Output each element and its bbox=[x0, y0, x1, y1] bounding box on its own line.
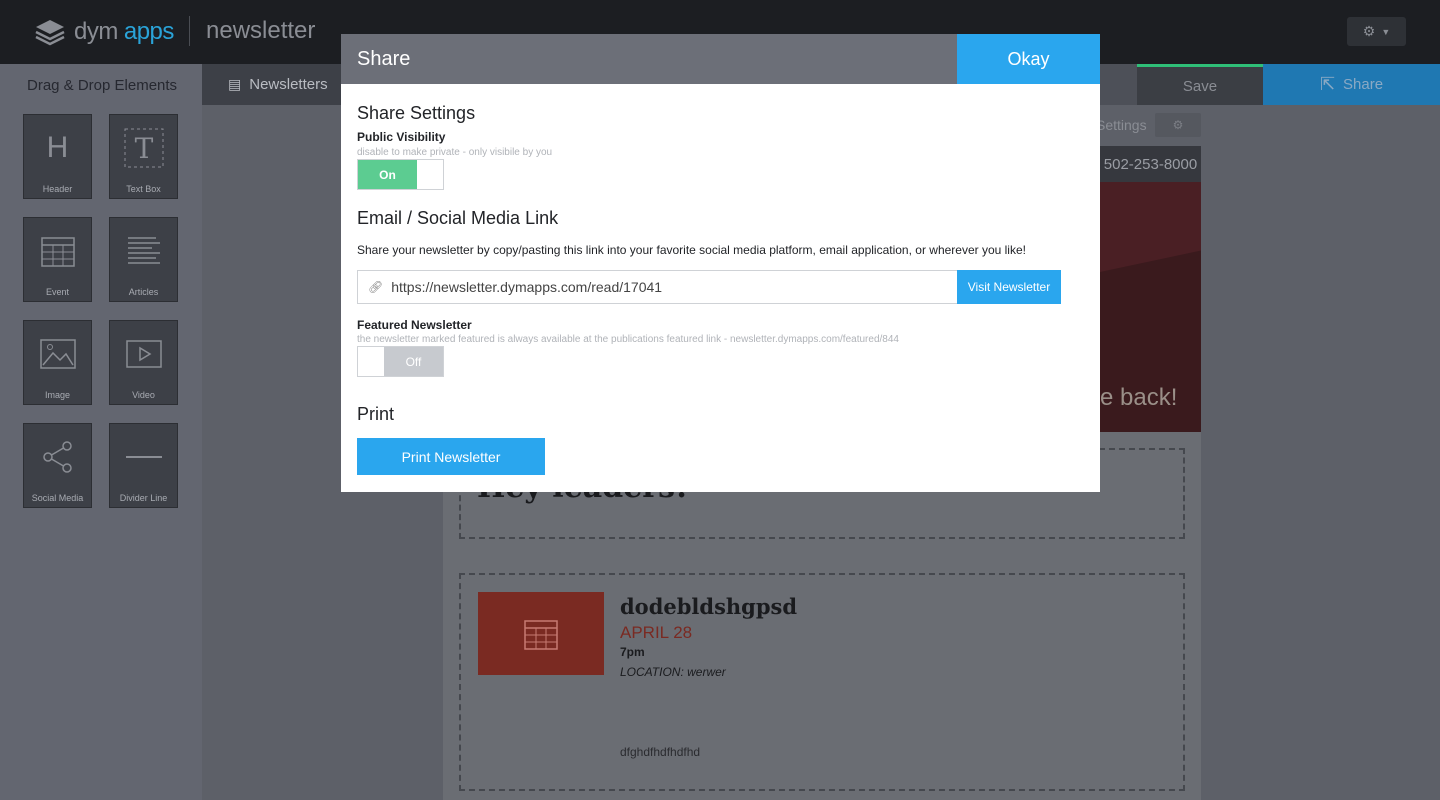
gear-icon: ⚙ bbox=[1362, 23, 1376, 39]
visit-newsletter-button[interactable]: Visit Newsletter bbox=[957, 270, 1061, 304]
tile-divider-line[interactable]: Divider Line bbox=[109, 423, 178, 508]
tile-label: Event bbox=[45, 287, 69, 297]
share-modal: Share Okay Share Settings Public Visibil… bbox=[341, 34, 1100, 492]
modal-title: Share bbox=[357, 48, 411, 70]
share-link-field[interactable]: 🔗︎ https://newsletter.dymapps.com/read/1… bbox=[357, 270, 958, 304]
tile-header[interactable]: H Header bbox=[23, 114, 92, 199]
tile-label: Articles bbox=[128, 287, 159, 297]
save-button[interactable]: Save bbox=[1137, 64, 1263, 105]
tile-social-media[interactable]: Social Media bbox=[23, 423, 92, 508]
email-social-heading: Email / Social Media Link bbox=[357, 208, 559, 228]
toggle-off-state: Off bbox=[384, 347, 443, 376]
print-heading: Print bbox=[357, 404, 395, 424]
print-newsletter-button[interactable]: Print Newsletter bbox=[357, 438, 545, 475]
calendar-icon bbox=[24, 218, 91, 284]
tile-label: Header bbox=[42, 184, 73, 194]
okay-button[interactable]: Okay bbox=[957, 34, 1100, 84]
tile-label: Social Media bbox=[31, 493, 84, 503]
hero-text: e back! bbox=[1100, 384, 1178, 411]
event-location: LOCATION: werwer bbox=[620, 665, 726, 679]
event-date: APRIL 28 bbox=[620, 623, 693, 642]
newsletter-settings-link[interactable]: Settings bbox=[1096, 117, 1147, 133]
event-description: dfghdfhdfhdfhd bbox=[620, 745, 701, 759]
tile-video[interactable]: Video bbox=[109, 320, 178, 405]
video-icon bbox=[110, 321, 177, 387]
link-icon: 🔗︎ bbox=[368, 280, 384, 294]
share-network-icon bbox=[24, 424, 91, 490]
tab-newsletters[interactable]: ▤ Newsletters bbox=[202, 64, 342, 105]
toggle-on-state: On bbox=[358, 160, 417, 189]
public-visibility-label: Public Visibility bbox=[357, 130, 446, 144]
tab-newsletters-label: Newsletters bbox=[249, 76, 328, 93]
layers-logo-icon bbox=[35, 20, 65, 46]
hero-stripe bbox=[1100, 182, 1201, 272]
save-label: Save bbox=[1182, 77, 1218, 95]
logo[interactable]: dym apps bbox=[34, 16, 174, 48]
public-visibility-toggle[interactable]: On bbox=[357, 159, 444, 190]
text-box-icon: T bbox=[110, 115, 177, 181]
tile-label: Video bbox=[132, 390, 155, 400]
tile-articles[interactable]: Articles bbox=[109, 217, 178, 302]
newsletter-settings-button[interactable]: ⚙ bbox=[1155, 113, 1201, 137]
svg-text:T: T bbox=[134, 132, 153, 165]
settings-menu-button[interactable]: ⚙ ▼ bbox=[1347, 17, 1406, 46]
tile-label: Text Box bbox=[126, 184, 161, 194]
sidebar-title: Drag & Drop Elements bbox=[27, 77, 178, 94]
share-out-icon: ⇱ bbox=[1319, 74, 1336, 94]
image-icon bbox=[24, 321, 91, 387]
app-title: newsletter bbox=[206, 17, 316, 44]
hero-banner[interactable]: e back! bbox=[1100, 182, 1201, 432]
public-visibility-hint: disable to make private - only visibile … bbox=[357, 147, 553, 158]
share-link-url: https://newsletter.dymapps.com/read/1704… bbox=[391, 279, 663, 295]
modal-header: Share Okay bbox=[341, 34, 1100, 84]
header-divider bbox=[189, 16, 190, 46]
caret-down-icon: ▼ bbox=[1381, 26, 1391, 37]
featured-newsletter-label: Featured Newsletter bbox=[357, 318, 472, 332]
elements-sidebar: Drag & Drop Elements H Header T Text Box… bbox=[0, 64, 202, 800]
share-label: Share bbox=[1343, 76, 1384, 93]
share-button[interactable]: ⇱ Share bbox=[1263, 64, 1440, 105]
articles-icon bbox=[110, 218, 177, 284]
featured-newsletter-hint: the newsletter marked featured is always… bbox=[357, 334, 899, 345]
event-thumbnail bbox=[478, 592, 604, 675]
event-title: dodebldshgpsd bbox=[620, 594, 798, 619]
tile-label: Image bbox=[44, 390, 70, 400]
tile-image[interactable]: Image bbox=[23, 320, 92, 405]
featured-newsletter-toggle[interactable]: Off bbox=[357, 346, 444, 377]
tile-text-box[interactable]: T Text Box bbox=[109, 114, 178, 199]
phone-number: 502-253-8000 bbox=[1100, 146, 1201, 182]
share-settings-heading: Share Settings bbox=[357, 103, 476, 123]
document-icon: ▤ bbox=[228, 76, 242, 92]
event-time: 7pm bbox=[620, 645, 645, 659]
divider-icon bbox=[110, 424, 177, 490]
calendar-icon bbox=[524, 619, 558, 650]
tile-event[interactable]: Event bbox=[23, 217, 92, 302]
email-social-description: Share your newsletter by copy/pasting th… bbox=[357, 243, 1026, 257]
brand-name: dym apps bbox=[74, 18, 174, 45]
gear-icon: ⚙ bbox=[1172, 118, 1184, 132]
header-icon: H bbox=[46, 131, 69, 164]
tile-label: Divider Line bbox=[119, 493, 168, 503]
